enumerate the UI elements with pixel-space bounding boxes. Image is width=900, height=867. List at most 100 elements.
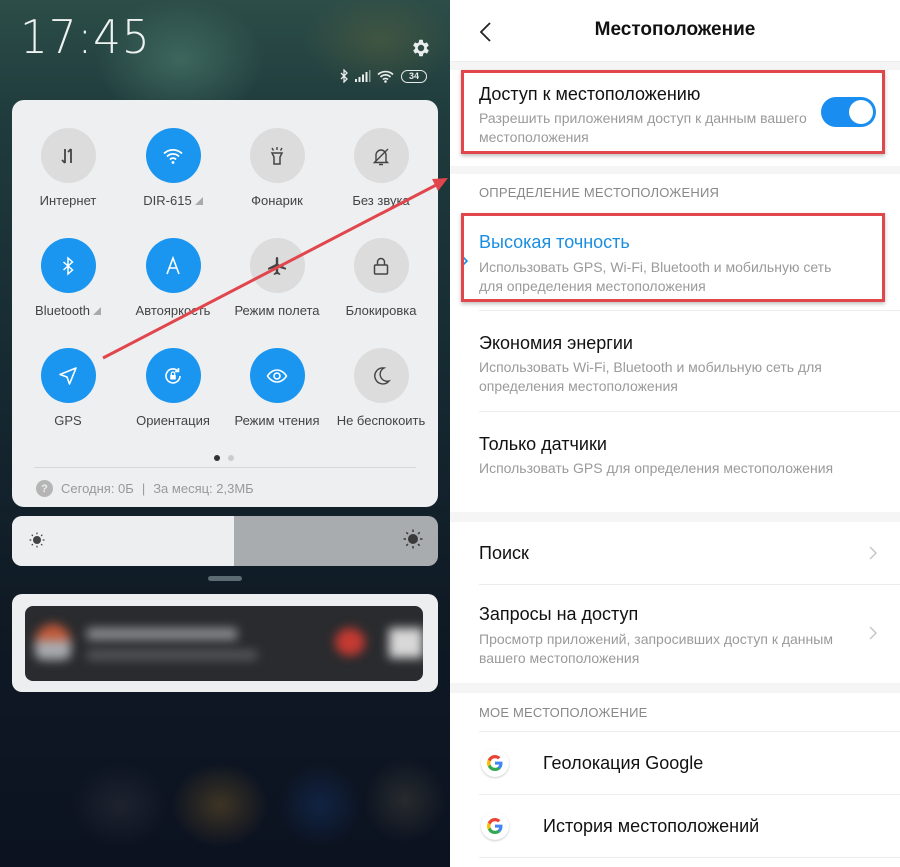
notification-card[interactable] [12,594,438,692]
quick-tile-gps[interactable]: GPS [16,348,120,428]
chevron-right-icon [869,546,877,560]
quick-tile-eye[interactable]: Режим чтения [225,348,329,428]
tile-button[interactable] [249,128,305,183]
scanning-row[interactable]: Поиск [450,522,900,584]
tile-button[interactable] [353,238,409,293]
help-icon[interactable]: ? [36,480,53,497]
page-title: Местоположение [594,19,756,40]
page-dot-active[interactable] [214,455,220,461]
quick-tile-airplane[interactable]: Режим полета [225,238,329,318]
link-title: Поиск [479,543,529,563]
tile-label: Режим чтения [225,413,329,428]
tile-button[interactable] [145,238,201,293]
mobile-data-icon [61,147,72,164]
status-bar-icons: 34 [340,68,427,84]
tile-button[interactable] [40,128,96,183]
clock: 17:45 [20,10,151,64]
tile-button[interactable] [145,128,201,183]
auto-brightness-icon [166,255,180,274]
tile-label: GPS [16,413,120,428]
brightness-slider[interactable] [12,516,438,566]
data-usage: ? Сегодня: 0Б | За месяц: 2,3МБ [36,480,254,497]
rotation-lock-icon [165,367,181,384]
data-today: Сегодня: 0Б [61,481,134,496]
mode-title: Экономия энергии [479,333,633,353]
tile-button[interactable] [249,348,305,403]
data-month: За месяц: 2,3МБ [153,481,254,496]
eye-icon [266,368,288,383]
tile-label-text: Ориентация [136,413,210,428]
tile-label: Не беспокоить [329,413,433,428]
tile-label: Фонарик [225,193,329,208]
google-location-row[interactable]: Геолокация Google [450,732,900,794]
subtitle-blurred [87,650,257,660]
quick-tile-moon[interactable]: Не беспокоить [329,348,433,428]
tile-label-text: DIR-615 [143,193,192,208]
heart-icon-blurred [335,628,365,656]
tile-label-text: Фонарик [251,193,303,208]
link-title: Запросы на доступ [479,604,639,624]
tile-label: Ориентация [121,413,225,428]
quick-tile-mute[interactable]: Без звука [329,128,433,208]
flashlight-icon [270,146,284,165]
app-icon-blurred [35,624,71,660]
page-dot[interactable] [228,455,234,461]
my-location-section-header: МОЕ МЕСТОПОЛОЖЕНИЕ [479,705,648,720]
tile-label-text: Режим чтения [234,413,320,428]
chevron-right-icon [869,626,877,640]
notification-content-blurred [25,606,423,681]
tile-label-text: Без звука [352,193,410,208]
link-subtitle: Просмотр приложений, запросивших доступ … [479,631,833,666]
tile-label-text: Блокировка [345,303,417,318]
quick-tile-mobile-data[interactable]: Интернет [16,128,120,208]
tile-label: Интернет [16,193,120,208]
tile-button[interactable] [40,348,96,403]
tile-button[interactable] [353,128,409,183]
tile-label-text: Не беспокоить [336,413,426,428]
section-gap [450,166,900,174]
expand-indicator-icon[interactable] [92,307,101,315]
section-gap [450,62,900,70]
top-bar: Местоположение [450,0,900,62]
quick-tile-auto-brightness[interactable]: Автояркость [121,238,225,318]
tile-button[interactable] [353,348,409,403]
title-blurred [87,628,237,640]
battery-icon: 34 [401,69,427,83]
tile-label-text: Интернет [39,193,97,208]
quick-tile-lock[interactable]: Блокировка [329,238,433,318]
google-icon [481,812,509,840]
tile-label: Без звука [329,193,433,208]
my-location-section-header-row: МОЕ МЕСТОПОЛОЖЕНИЕ [450,693,900,731]
tile-button[interactable] [249,238,305,293]
annotation-box-location-access [461,70,885,154]
settings-gear-icon[interactable] [410,37,432,59]
mode-section-header-row: ОПРЕДЕЛЕНИЕ МЕСТОПОЛОЖЕНИЯ [450,174,900,210]
access-requests-row[interactable]: Запросы на доступ Просмотр приложений, з… [450,585,900,683]
drag-handle[interactable] [208,576,242,581]
brightness-low-icon [29,532,45,548]
tile-label: Автояркость [121,303,225,318]
mute-icon [372,148,390,165]
mode-device-only[interactable]: Только датчики Использовать GPS для опре… [450,412,900,512]
mode-title: Только датчики [479,434,607,454]
mode-battery-saving[interactable]: Экономия энергии Использовать Wi-Fi, Blu… [450,311,900,411]
quick-tile-bluetooth[interactable]: Bluetooth [16,238,120,318]
tile-label-text: Режим полета [234,303,320,318]
google-item-title: Геолокация Google [543,753,704,773]
quick-tile-wifi[interactable]: DIR-615 [121,128,225,208]
mode-subtitle: Использовать GPS для определения местопо… [479,460,834,476]
tile-button[interactable] [40,238,96,293]
moon-icon [374,366,391,385]
section-gap [450,683,900,693]
google-item-title: История местоположений [543,816,760,836]
location-history-row[interactable]: История местоположений [450,795,900,857]
airplane-icon [268,256,286,275]
gps-icon [59,366,77,385]
action-blurred [389,628,423,658]
tile-button[interactable] [145,348,201,403]
quick-tile-rotation-lock[interactable]: Ориентация [121,348,225,428]
expand-indicator-icon[interactable] [194,197,203,205]
quick-tile-flashlight[interactable]: Фонарик [225,128,329,208]
google-icon [481,749,509,777]
tile-label-text: Автояркость [135,303,211,318]
